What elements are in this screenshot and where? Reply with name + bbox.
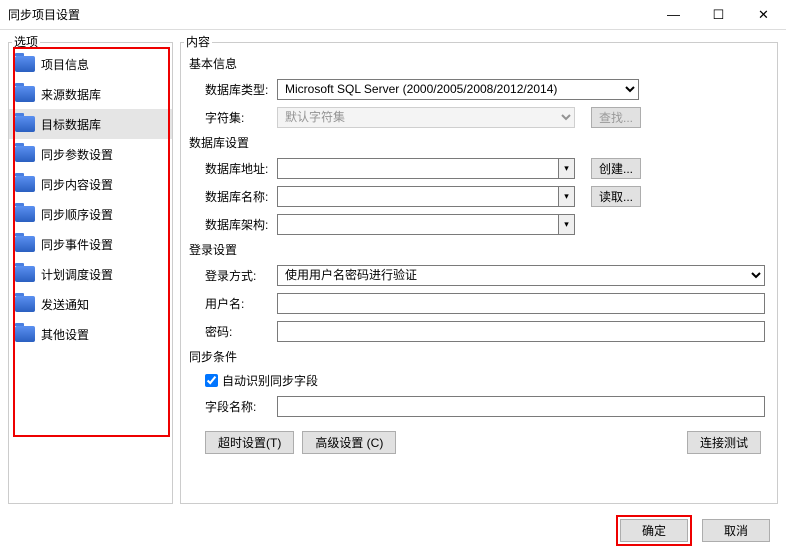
sidebar-item-sync-events[interactable]: 同步事件设置 — [9, 229, 172, 259]
section-basic: 基本信息 — [189, 55, 777, 72]
window-controls: — ☐ ✕ — [651, 0, 786, 30]
dialog-footer: 确定 取消 — [0, 508, 786, 553]
left-panel-label: 选项 — [12, 33, 40, 50]
auto-detect-label: 自动识别同步字段 — [222, 372, 318, 389]
db-addr-input[interactable] — [277, 158, 558, 179]
auto-detect-checkbox[interactable] — [205, 374, 218, 387]
row-password: 密码: — [181, 318, 777, 344]
section-login: 登录设置 — [189, 241, 777, 258]
sidebar-item-label: 发送通知 — [41, 296, 89, 313]
sidebar-item-notifications[interactable]: 发送通知 — [9, 289, 172, 319]
maximize-button[interactable]: ☐ — [696, 0, 741, 30]
row-field-name: 字段名称: — [181, 393, 777, 419]
sidebar-item-label: 目标数据库 — [41, 116, 101, 133]
sidebar-item-label: 其他设置 — [41, 326, 89, 343]
db-name-dropdown[interactable]: ▾ — [558, 186, 575, 207]
label-field-name: 字段名称: — [205, 398, 277, 415]
create-button[interactable]: 创建... — [591, 158, 641, 179]
sidebar-item-label: 来源数据库 — [41, 86, 101, 103]
row-charset: 字符集: 默认字符集 查找... — [181, 104, 777, 130]
sidebar: 项目信息 来源数据库 目标数据库 同步参数设置 同步内容设置 同步顺序设置 同步… — [9, 43, 172, 349]
dialog-body: 选项 项目信息 来源数据库 目标数据库 同步参数设置 同步内容设置 同步顺序设置… — [0, 30, 786, 508]
folder-icon — [15, 206, 35, 222]
folder-icon — [15, 326, 35, 342]
connection-test-button[interactable]: 连接测试 — [687, 431, 761, 454]
sidebar-item-label: 同步事件设置 — [41, 236, 113, 253]
left-panel: 项目信息 来源数据库 目标数据库 同步参数设置 同步内容设置 同步顺序设置 同步… — [8, 42, 173, 504]
row-username: 用户名: — [181, 290, 777, 316]
folder-icon — [15, 146, 35, 162]
label-charset: 字符集: — [205, 109, 277, 126]
folder-icon — [15, 176, 35, 192]
sidebar-item-sync-params[interactable]: 同步参数设置 — [9, 139, 172, 169]
label-db-name: 数据库名称: — [205, 188, 277, 205]
db-type-select[interactable]: Microsoft SQL Server (2000/2005/2008/201… — [277, 79, 639, 100]
sidebar-item-label: 计划调度设置 — [41, 266, 113, 283]
label-login-mode: 登录方式: — [205, 267, 277, 284]
section-sync: 同步条件 — [189, 348, 777, 365]
minimize-button[interactable]: — — [651, 0, 696, 30]
row-login-mode: 登录方式: 使用用户名密码进行验证 — [181, 262, 777, 288]
folder-icon — [15, 266, 35, 282]
folder-icon — [15, 56, 35, 72]
window-title: 同步项目设置 — [8, 6, 651, 23]
row-db-schema: 数据库架构: ▾ — [181, 211, 777, 237]
close-button[interactable]: ✕ — [741, 0, 786, 30]
label-db-schema: 数据库架构: — [205, 216, 277, 233]
folder-icon — [15, 236, 35, 252]
bottom-button-row: 超时设置(T) 高级设置 (C) 连接测试 — [181, 431, 777, 454]
username-input[interactable] — [277, 293, 765, 314]
password-input[interactable] — [277, 321, 765, 342]
db-name-input[interactable] — [277, 186, 558, 207]
charset-select: 默认字符集 — [277, 107, 575, 128]
cancel-button[interactable]: 取消 — [702, 519, 770, 542]
label-password: 密码: — [205, 323, 277, 340]
annotation-highlight-ok: 确定 — [616, 515, 692, 546]
read-button[interactable]: 读取... — [591, 186, 641, 207]
sidebar-item-label: 项目信息 — [41, 56, 89, 73]
folder-icon — [15, 86, 35, 102]
folder-icon — [15, 296, 35, 312]
section-db: 数据库设置 — [189, 134, 777, 151]
sidebar-item-project-info[interactable]: 项目信息 — [9, 49, 172, 79]
title-bar: 同步项目设置 — ☐ ✕ — [0, 0, 786, 30]
sidebar-item-target-db[interactable]: 目标数据库 — [9, 109, 172, 139]
login-mode-select[interactable]: 使用用户名密码进行验证 — [277, 265, 765, 286]
row-db-name: 数据库名称: ▾ 读取... — [181, 183, 777, 209]
right-panel-label: 内容 — [184, 33, 212, 50]
sidebar-item-source-db[interactable]: 来源数据库 — [9, 79, 172, 109]
folder-icon — [15, 116, 35, 132]
sidebar-item-schedule[interactable]: 计划调度设置 — [9, 259, 172, 289]
sidebar-item-sync-order[interactable]: 同步顺序设置 — [9, 199, 172, 229]
label-username: 用户名: — [205, 295, 277, 312]
sidebar-item-sync-content[interactable]: 同步内容设置 — [9, 169, 172, 199]
sidebar-item-label: 同步内容设置 — [41, 176, 113, 193]
label-db-type: 数据库类型: — [205, 81, 277, 98]
row-db-addr: 数据库地址: ▾ 创建... — [181, 155, 777, 181]
find-button: 查找... — [591, 107, 641, 128]
row-auto-detect: 自动识别同步字段 — [181, 369, 777, 391]
db-addr-dropdown[interactable]: ▾ — [558, 158, 575, 179]
timeout-button[interactable]: 超时设置(T) — [205, 431, 294, 454]
db-schema-input[interactable] — [277, 214, 558, 235]
sidebar-item-label: 同步顺序设置 — [41, 206, 113, 223]
sidebar-item-label: 同步参数设置 — [41, 146, 113, 163]
label-db-addr: 数据库地址: — [205, 160, 277, 177]
sidebar-item-other[interactable]: 其他设置 — [9, 319, 172, 349]
row-db-type: 数据库类型: Microsoft SQL Server (2000/2005/2… — [181, 76, 777, 102]
ok-button[interactable]: 确定 — [620, 519, 688, 542]
right-panel: 基本信息 数据库类型: Microsoft SQL Server (2000/2… — [180, 42, 778, 504]
field-name-input[interactable] — [277, 396, 765, 417]
db-schema-dropdown[interactable]: ▾ — [558, 214, 575, 235]
advanced-button[interactable]: 高级设置 (C) — [302, 431, 396, 454]
